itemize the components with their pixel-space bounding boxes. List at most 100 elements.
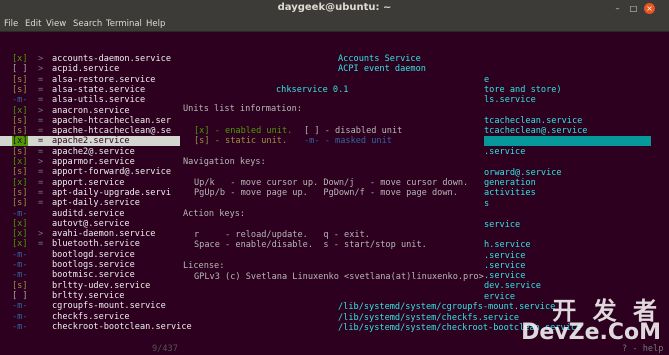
service-description: tcacheclean.service [484,116,583,126]
action-heading: Action keys: [183,209,246,219]
menu-file[interactable]: File [4,19,18,29]
service-status-mark: -m- [12,249,28,260]
service-status-mark: [x] [12,54,28,64]
service-description: dev.service [484,281,541,291]
service-row[interactable]: [s] = alsa-restore.service [0,75,669,85]
service-row[interactable]: [x] > anacron.service [0,106,669,116]
service-state-arrow: > [38,157,44,167]
service-name: alsa-restore.service [52,74,156,85]
menu-search[interactable]: Search [73,19,102,29]
disabled-legend: [ ] - disabled unit [304,126,403,136]
service-name: apache-htcacheclean@.se [52,126,171,137]
close-icon[interactable]: × [644,3,655,14]
service-state-arrow: = [38,84,44,95]
service-name: brltty.service [52,290,125,301]
service-name: alsa-utils.service [52,95,146,106]
action-line-2: Space - enable/disable. s - start/stop u… [194,240,427,250]
menu-terminal[interactable]: Terminal [106,19,142,29]
action-line-1: r - reload/update. q - exit. [194,230,370,240]
service-description: .service [484,271,526,281]
service-name: anacron.service [52,105,130,116]
service-status-mark: [x] [12,239,28,250]
service-description: /lib/systemd/system/checkfs.service [338,313,520,323]
service-status-mark: [x] [12,105,28,116]
service-state-arrow: = [38,74,44,85]
minimize-icon[interactable]: – [612,3,623,14]
service-state-arrow: = [38,146,44,157]
service-state-arrow: > [38,105,44,116]
service-status-mark: [ ] [12,290,28,301]
service-description: tore and store) [484,85,562,95]
service-name: brltty-udev.service [52,280,151,291]
service-row[interactable]: [x] autovt@.service [0,219,669,229]
watermark: 开 发 者 DevZe.CoM [521,291,661,345]
enabled-legend: [x] - enabled unit. [194,126,293,136]
service-status-mark: -m- [12,270,28,281]
service-status-mark: [s] [12,198,28,209]
service-status-mark: -m- [12,321,28,332]
service-row[interactable]: [s] = apport-forward@.service [0,167,669,177]
service-state-arrow: = [38,126,44,137]
service-row-selected[interactable]: [x] = apache2.service [0,136,180,147]
service-name: bootlogd.service [52,249,135,260]
service-status-mark: -m- [12,95,28,106]
service-status-mark: -m- [12,208,28,219]
service-status-mark: [x] [12,136,28,147]
service-row[interactable]: [s] = apt-daily.service [0,198,669,208]
service-row[interactable]: -m-bootlogs.service [0,260,669,270]
service-row[interactable]: [x] > accounts-daemon.service [0,54,669,64]
service-name: apt-daily.service [52,198,140,209]
menu-help[interactable]: Help [146,19,165,29]
nav-heading: Navigation keys: [183,157,266,167]
service-description: .service [484,147,526,157]
service-description: ervice [484,292,516,302]
service-name: accounts-daemon.service [52,54,171,64]
license-heading: License: [183,261,225,271]
service-name: apport.service [52,177,125,188]
service-description: Accounts Service [338,54,421,64]
menu-edit[interactable]: Edit [25,19,41,29]
service-row[interactable]: -m-auditd.service [0,209,669,219]
service-name: acpid.service [52,64,120,75]
service-state-arrow: > [38,229,44,240]
service-row[interactable]: [x] > apparmor.service [0,157,669,167]
service-status-mark: [s] [12,187,28,198]
service-row[interactable]: -m- = alsa-utils.service [0,95,669,105]
position-counter: 9/437 [152,344,178,354]
menu-view[interactable]: View [46,19,66,29]
service-name: bluetooth.service [52,239,140,250]
service-row[interactable]: [ ] > acpid.service [0,64,669,74]
service-description: .service [484,261,526,271]
service-name: bootlogs.service [52,260,135,270]
service-status-mark: -m- [12,260,28,270]
maximize-icon[interactable]: □ [628,3,639,14]
service-name: alsa-state.service [52,84,146,95]
selected-row-highlight [484,136,651,146]
service-status-mark: [x] [12,157,28,167]
service-state-arrow: = [38,115,44,126]
service-row[interactable]: [s] = apache2@.service [0,147,669,157]
service-name: apport-forward@.service [52,167,171,178]
service-description: tcacheclean@.service [484,126,588,136]
service-description: activities [484,188,536,198]
service-name: bootmisc.service [52,270,135,281]
service-name: apache-htcacheclean.ser [52,115,171,126]
service-state-arrow: = [38,187,44,198]
license-text: GPLv3 (c) Svetlana Linuxenko <svetlana(a… [194,272,484,282]
masked-legend: -m- - masked unit [304,136,392,146]
units-heading: Units list information: [183,104,302,114]
menu-bar: File Edit View Search Terminal Help [0,18,669,32]
service-status-mark: [ ] [12,64,28,75]
service-row[interactable]: -m-bootlogd.service [0,250,669,260]
service-row[interactable]: [s] brltty-udev.service [0,281,669,291]
service-description: s [484,199,490,209]
service-status-mark: [s] [12,84,28,95]
service-status-mark: [x] [12,177,28,188]
watermark-en: DevZe.CoM [521,320,661,345]
service-name: cgroupfs-mount.service [52,301,166,312]
service-name: apt-daily-upgrade.servi [52,187,171,198]
nav-line-2: PgUp/b - move page up. PgDown/f - move p… [194,188,458,198]
help-title: chkservice 0.1 [276,85,349,95]
service-status-mark: -m- [12,301,28,312]
window-titlebar: daygeek@ubuntu: ~ – □ × [0,0,669,18]
